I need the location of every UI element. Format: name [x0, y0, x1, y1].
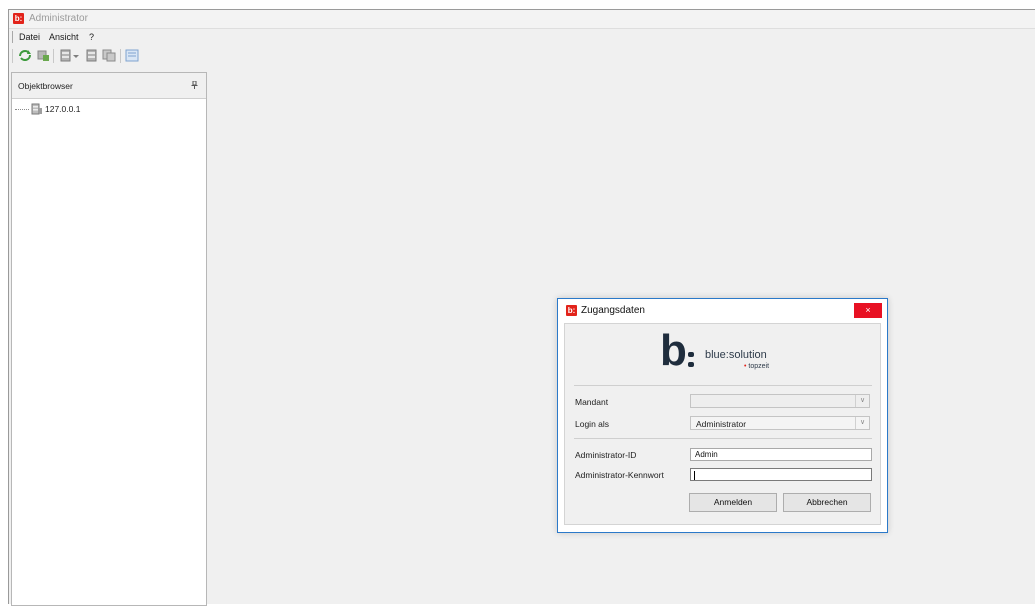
divider [574, 385, 872, 386]
password-label: Administrator-Kennwort [575, 470, 664, 480]
app-logo-icon: b: [13, 13, 24, 24]
disconnect-icon[interactable] [36, 49, 50, 62]
panel-title: Objektbrowser [18, 81, 73, 91]
add-server-icon[interactable] [59, 49, 73, 62]
tree-item-label: 127.0.0.1 [45, 104, 81, 114]
toolbar-separator [53, 49, 54, 63]
brand-name: blue:solution [705, 349, 767, 361]
password-input[interactable] [690, 468, 872, 481]
login-as-value: Administrator [696, 419, 747, 429]
admin-id-label: Administrator-ID [575, 450, 637, 460]
menu-datei[interactable]: Datei [19, 32, 40, 42]
tree-connector [15, 109, 29, 110]
login-button[interactable]: Anmelden [689, 493, 777, 512]
properties-icon[interactable] [125, 49, 139, 62]
panel-header: Objektbrowser [12, 73, 206, 99]
combo-arrow-icon[interactable]: ∨ [855, 417, 869, 429]
cancel-button[interactable]: Abbrechen [783, 493, 871, 512]
toolbar-grip [12, 49, 13, 63]
login-as-label: Login als [575, 419, 610, 429]
mandant-select[interactable]: ∨ [690, 394, 870, 408]
divider-2 [574, 438, 872, 439]
combo-arrow-icon[interactable]: ∨ [855, 395, 869, 407]
login-dialog: b: Zugangsdaten × b blue:solution • topz… [557, 298, 888, 533]
brand-colon-icon [688, 352, 694, 368]
dropdown-arrow-icon[interactable] [72, 49, 80, 62]
dialog-title: Zugangsdaten [581, 305, 645, 316]
admin-id-input[interactable] [690, 448, 872, 461]
text-caret [694, 471, 695, 480]
refresh-icon[interactable] [18, 49, 32, 62]
brand-logo: b blue:solution • topzeit [660, 329, 800, 373]
brand-mark: b [660, 326, 687, 375]
pin-icon[interactable] [191, 81, 198, 89]
toolbar [9, 47, 1035, 65]
server-icon [31, 103, 42, 115]
menu-ansicht[interactable]: Ansicht [49, 32, 79, 42]
window-title: Administrator [29, 13, 88, 24]
copy-icon[interactable] [102, 49, 116, 62]
brand-subline: • topzeit [744, 363, 770, 370]
dialog-body: b blue:solution • topzeit Mandant ∨ Logi… [564, 323, 881, 525]
close-button[interactable]: × [854, 303, 882, 318]
dialog-title-bar: b: Zugangsdaten × [558, 299, 887, 321]
menu-help[interactable]: ? [89, 32, 94, 42]
login-as-select[interactable]: Administrator ∨ [690, 416, 870, 430]
toolbar-separator-2 [120, 49, 121, 63]
mandant-label: Mandant [575, 397, 609, 407]
title-bar: b: Administrator [9, 10, 1035, 29]
dialog-logo-icon: b: [566, 305, 577, 316]
menu-grip [12, 31, 13, 43]
menu-bar: Datei Ansicht ? [9, 29, 1035, 45]
object-browser-panel: Objektbrowser 127.0.0.1 [11, 72, 207, 606]
remove-server-icon[interactable] [85, 49, 99, 62]
